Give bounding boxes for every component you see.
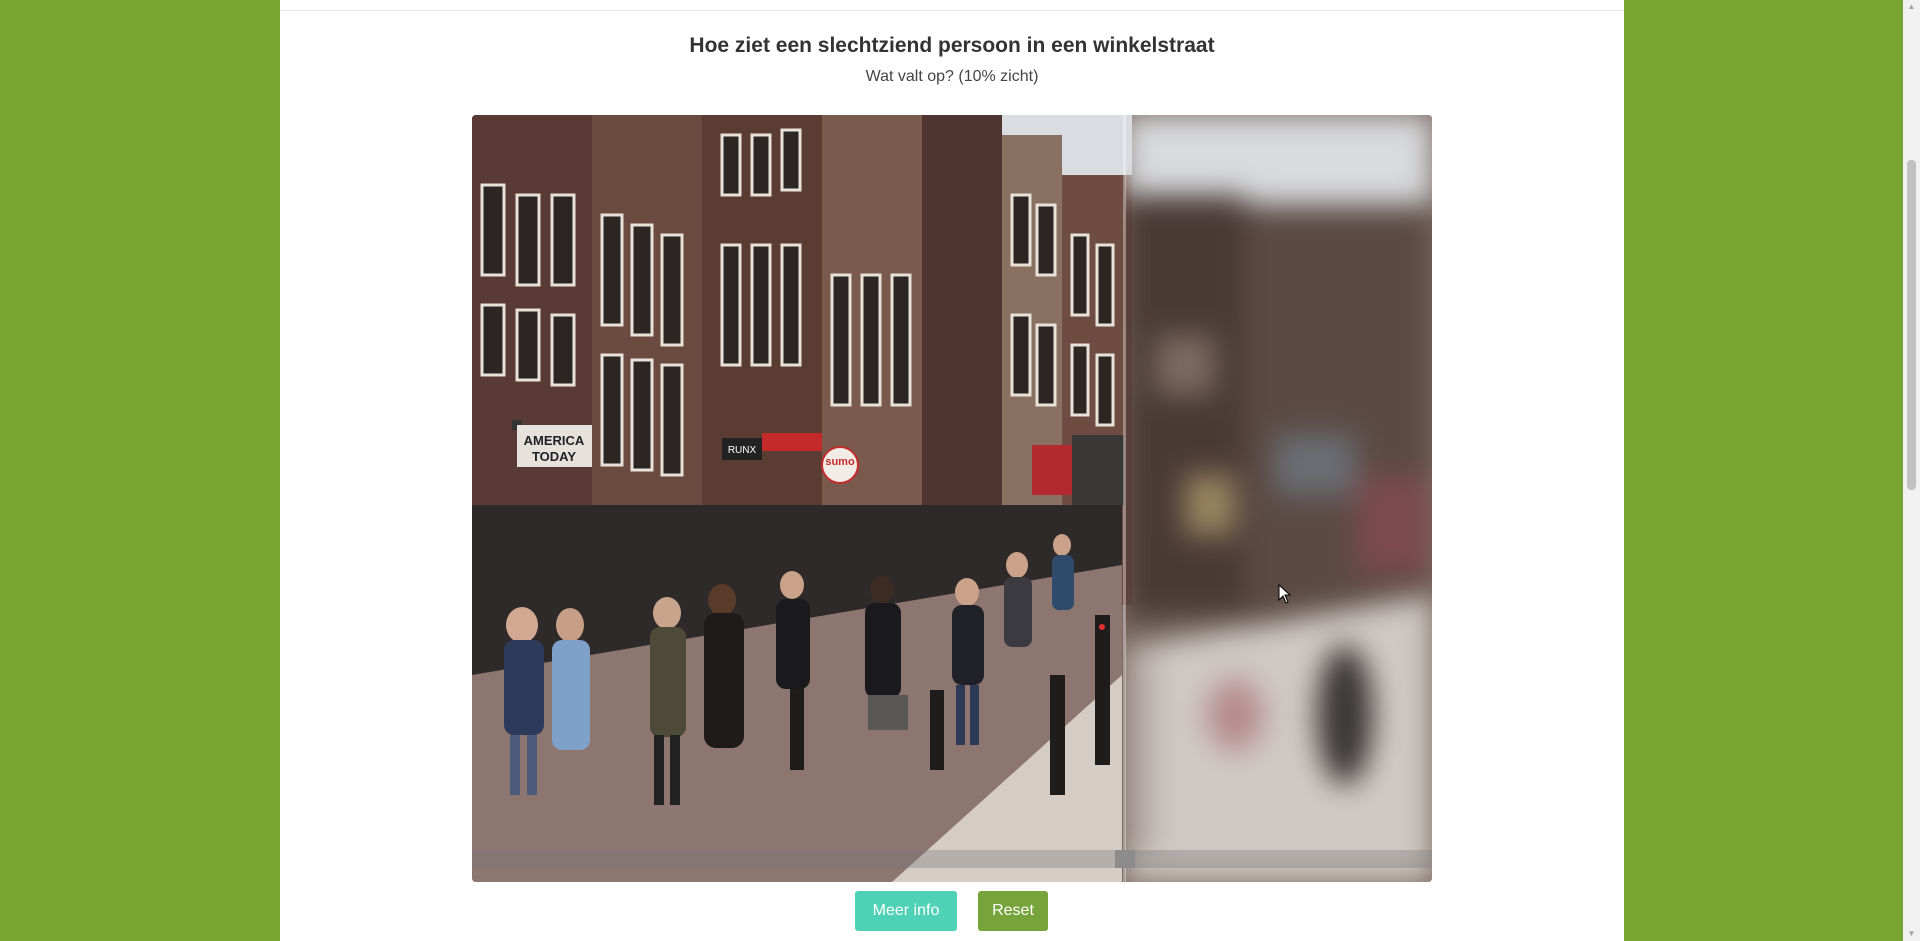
vision-comparison-viewer[interactable]: AMERICA TODAY RUNX sumo xyxy=(472,115,1432,882)
divider-line xyxy=(280,10,1624,11)
mouse-cursor-icon xyxy=(1278,584,1292,604)
page-title: Hoe ziet een slechtziend persoon in een … xyxy=(689,34,1215,57)
scrollbar-thumb[interactable] xyxy=(1907,160,1916,490)
comparison-slider-handle[interactable] xyxy=(1115,850,1135,868)
content-panel: Hoe ziet een slechtziend persoon in een … xyxy=(280,0,1624,941)
reset-button[interactable]: Reset xyxy=(978,891,1048,931)
split-divider xyxy=(1123,115,1126,882)
impaired-vision-overlay xyxy=(1125,115,1432,882)
page-subtitle: Wat valt op? (10% zicht) xyxy=(865,68,1039,85)
sign-today: TODAY xyxy=(532,449,576,464)
scroll-up-arrow-icon[interactable]: ▲ xyxy=(1903,0,1920,14)
scroll-down-arrow-icon[interactable]: ▼ xyxy=(1903,927,1920,941)
page-scrollbar[interactable]: ▲ ▼ xyxy=(1903,0,1920,941)
more-info-button[interactable]: Meer info xyxy=(855,891,957,931)
comparison-slider-track[interactable] xyxy=(472,850,1432,868)
sign-america: AMERICA xyxy=(524,433,585,448)
sign-sumo: sumo xyxy=(825,456,855,468)
sign-runx: RUNX xyxy=(728,445,757,456)
